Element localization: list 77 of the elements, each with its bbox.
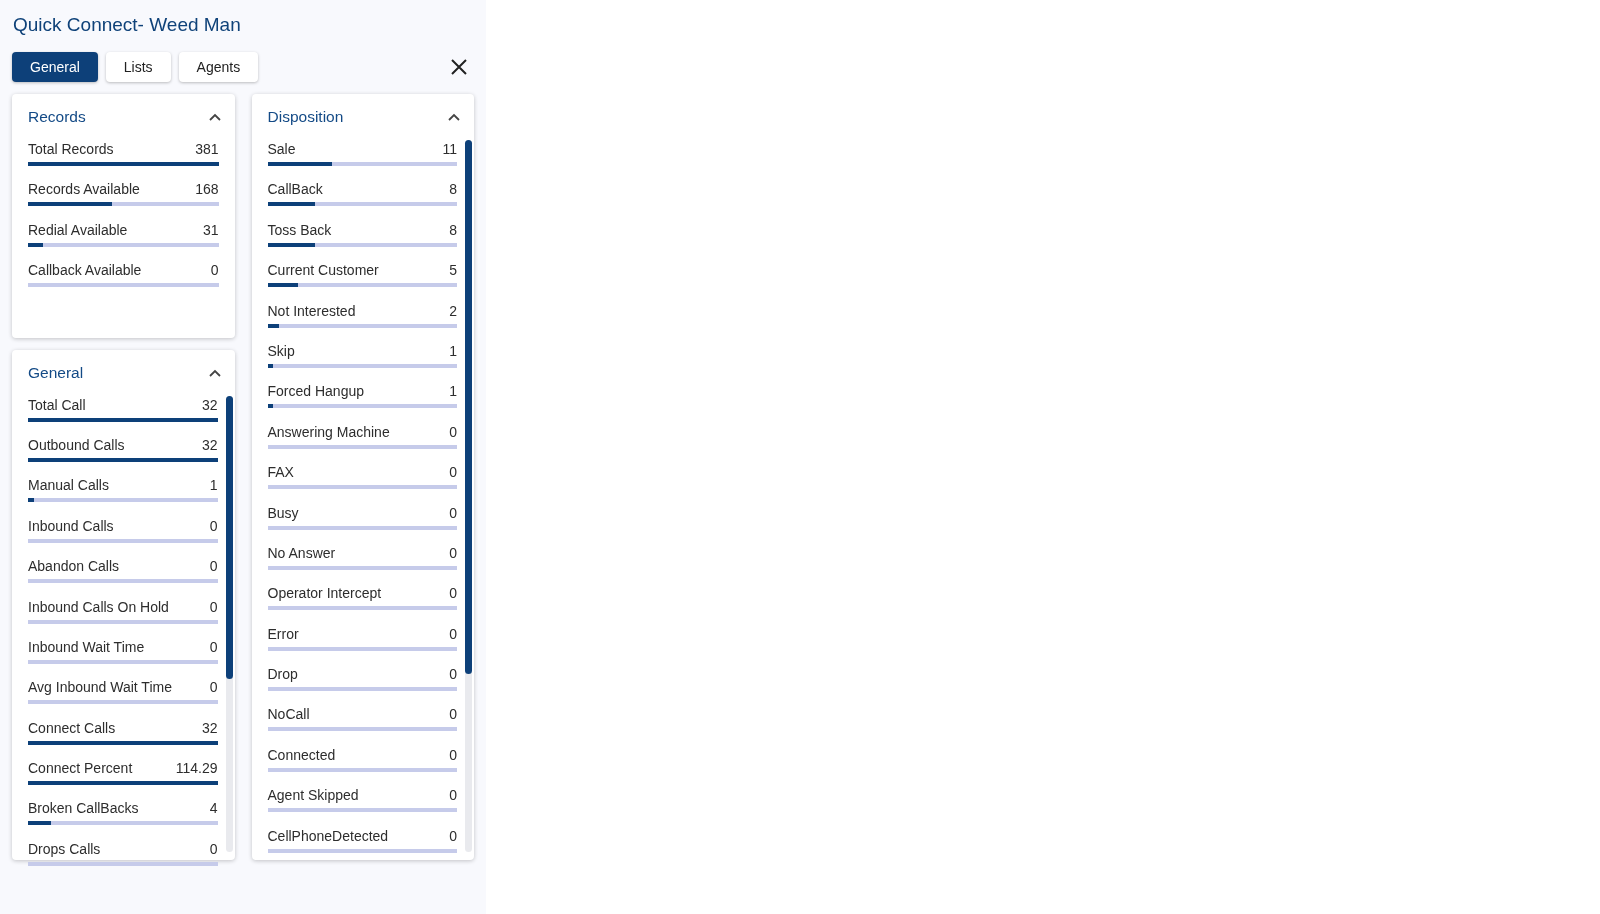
tab[interactable]: General [12,52,98,82]
stat-value: 381 [195,140,219,158]
stat-label: Toss Back [267,220,332,239]
scrollbar[interactable] [225,395,233,852]
stat-value: 8 [449,220,457,239]
stat-value: 0 [449,745,457,764]
stat-label: Total Call [28,395,86,414]
stat-label: Inbound Calls [28,516,114,535]
stat-value: 0 [449,826,457,845]
stat-value: 0 [210,261,219,280]
stat-value: 4 [209,799,218,818]
stat-value: 114.29 [175,759,218,778]
stat-label: Inbound Calls On Hold [28,597,169,616]
stat-value: 0 [209,678,218,697]
stat-value: 0 [449,584,457,603]
stat-label: Connect Percent [28,759,133,778]
stat-label: CallBack [267,180,323,199]
stat-value: 168 [195,180,219,199]
stat-label: Records Available [28,180,140,199]
stat-value: 2 [449,301,457,320]
stat-label: Sale [267,140,296,158]
stat-label: Manual Calls [28,476,109,495]
stat-value: 0 [209,637,218,656]
stat-value: 0 [449,786,457,805]
panel-title: General [28,363,84,382]
stat-label: Total Records [28,140,114,158]
stat-label: Callback Available [28,261,142,280]
stat-label: Outbound Calls [28,435,125,454]
stat-value: 0 [209,557,218,576]
tab[interactable]: Lists [105,52,171,82]
stat-label: Not Interested [267,301,356,320]
stat-value: 0 [449,624,457,643]
stat-label: No Answer [267,543,336,562]
stat-label: NoCall [267,705,310,724]
stat-value: 0 [449,422,457,441]
stat-value: 8 [449,180,457,199]
scrollbar[interactable] [465,140,472,852]
stat-label: Connected [267,745,336,764]
stat-label: Drops Calls [28,839,101,858]
stat-label: Avg Inbound Wait Time [28,678,172,697]
stat-label: Forced Hangup [267,382,364,401]
stat-value: 1 [449,341,457,360]
stat-label: Operator Intercept [267,584,382,603]
stat-value: 5 [449,261,457,280]
stat-value: 1 [449,382,457,401]
stat-value: 0 [449,503,457,522]
stat-label: Error [267,624,299,643]
stat-label: Redial Available [28,220,128,239]
stat-label: Connect Calls [28,718,116,737]
tab[interactable]: Agents [178,52,259,82]
stat-value: 32 [201,718,218,737]
dialog-title: Quick Connect- Weed Man [13,14,242,36]
stat-label: FAX [267,463,294,482]
stat-label: Skip [267,341,295,360]
stat-label: Answering Machine [267,422,390,441]
stat-label: CellPhoneDetected [267,826,389,845]
stat-label: Abandon Calls [28,557,120,576]
stat-value: 0 [209,839,218,858]
stat-value: 32 [201,395,218,414]
stat-value: 0 [449,543,457,562]
stat-label: Inbound Wait Time [28,637,145,656]
stat-value: 31 [202,220,219,239]
stat-value: 0 [209,597,218,616]
stat-label: Broken CallBacks [28,799,139,818]
stat-label: Drop [267,665,298,684]
stat-label: Current Customer [267,261,379,280]
panel-title: Records [28,108,86,126]
stat-label: Busy [267,503,299,522]
stat-value: 0 [449,463,457,482]
stat-value: 1 [209,476,218,495]
stat-value: 32 [201,435,218,454]
stat-value: 0 [449,705,457,724]
stat-value: 0 [449,665,457,684]
stat-value: 0 [209,516,218,535]
stat-label: Agent Skipped [267,786,359,805]
stat-value: 11 [442,140,457,158]
panel-title: Disposition [267,108,344,126]
